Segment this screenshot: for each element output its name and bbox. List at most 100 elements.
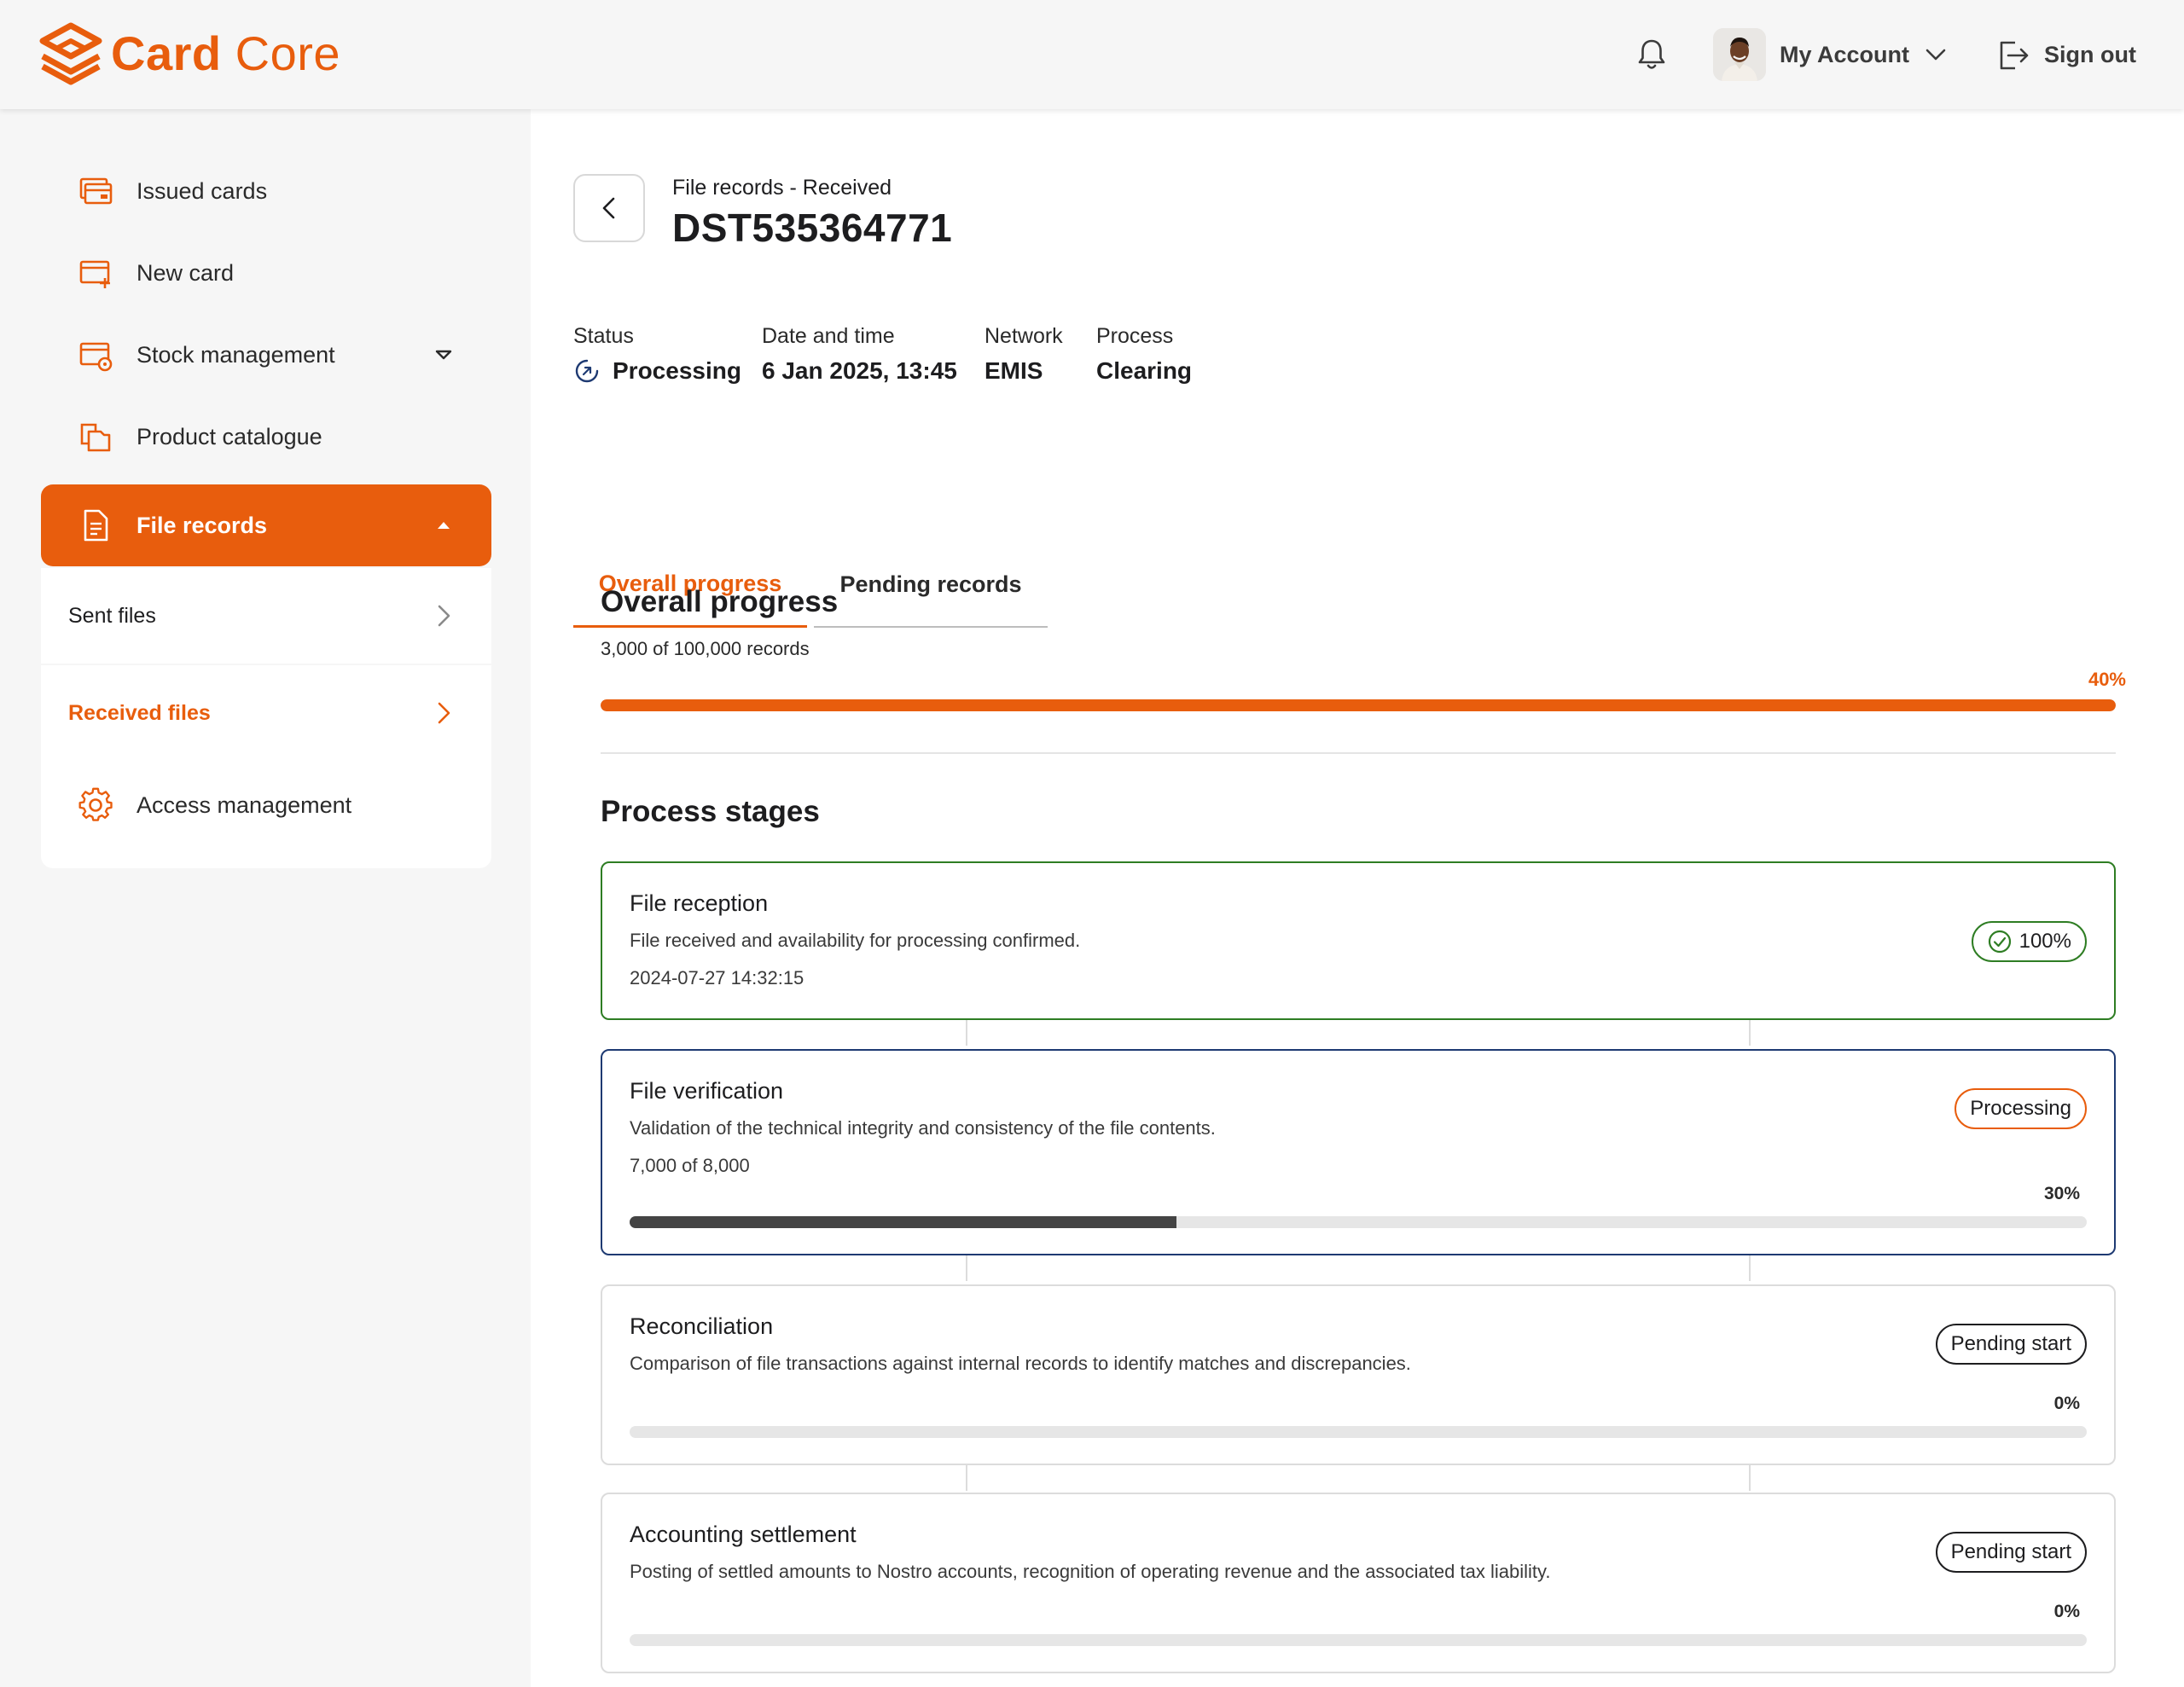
page-title: DST535364771 — [672, 206, 953, 250]
sidebar-subitem-received-files[interactable]: Received files — [41, 665, 491, 761]
stage-card-reconciliation: Reconciliation Comparison of file transa… — [601, 1284, 2116, 1465]
tab-pending-records[interactable]: Pending records — [814, 542, 1048, 628]
stage-connector — [966, 1254, 967, 1281]
card-core-logo-icon — [39, 22, 102, 85]
status-badge: 100% — [1971, 921, 2087, 962]
sidebar-item-label: Product catalogue — [136, 423, 322, 449]
meta-label: Network — [985, 324, 1063, 348]
stage-description: File received and availability for proce… — [630, 930, 1081, 951]
meta-network: Network EMIS — [985, 324, 1063, 385]
meta-date: Date and time 6 Jan 2025, 13:45 — [762, 324, 957, 385]
stage-card-accounting-settlement: Accounting settlement Posting of settled… — [601, 1493, 2116, 1673]
brand-name-part2: Core — [235, 26, 341, 80]
back-button[interactable] — [573, 174, 645, 242]
stage-connector — [1749, 1464, 1751, 1491]
badge-label: Pending start — [1950, 1540, 2071, 1563]
stage-card-file-verification: File verification Validation of the tech… — [601, 1049, 2116, 1255]
sidebar-item-label: Access management — [136, 791, 352, 818]
stage-percent: 30% — [2043, 1184, 2080, 1203]
stage-percent: 0% — [2053, 1602, 2080, 1621]
user-avatar-icon — [1713, 28, 1766, 81]
stage-title: File verification — [630, 1078, 784, 1104]
badge-label: 100% — [2018, 930, 2071, 953]
status-badge: Pending start — [1935, 1532, 2087, 1573]
sidebar-subitem-label: Sent files — [68, 603, 156, 628]
stage-connector — [1749, 1018, 1751, 1046]
status-value: Processing — [613, 357, 741, 384]
status-badge: Processing — [573, 357, 741, 385]
brand-logo[interactable]: Card Core — [39, 22, 340, 85]
sidebar-item-label: File records — [136, 512, 268, 538]
stage-progress-bar — [630, 1216, 2087, 1228]
stage-count: 7,000 of 8,000 — [630, 1155, 750, 1176]
network-value: EMIS — [985, 357, 1043, 384]
my-account-label[interactable]: My Account — [1780, 42, 1909, 68]
divider — [601, 752, 2116, 754]
sidebar-item-access-management[interactable]: Access management — [41, 764, 491, 846]
sidebar-item-issued-cards[interactable]: Issued cards — [41, 150, 491, 232]
sidebar-item-new-card[interactable]: New card — [41, 232, 491, 314]
badge-label: Pending start — [1950, 1332, 2071, 1355]
catalogue-icon — [80, 423, 111, 452]
process-value: Clearing — [1096, 357, 1193, 384]
sidebar-item-label: Stock management — [136, 341, 335, 368]
status-badge: Processing — [1955, 1088, 2087, 1129]
date-value: 6 Jan 2025, 13:45 — [762, 357, 957, 384]
caret-up-icon[interactable] — [433, 515, 454, 536]
sidebar-item-product-catalogue[interactable]: Product catalogue — [41, 396, 491, 478]
main-content: File records - Received DST535364771 Sta… — [531, 109, 2184, 1687]
stage-percent: 0% — [2053, 1394, 2080, 1413]
stage-progress-bar — [630, 1426, 2087, 1438]
stage-timestamp: 2024-07-27 14:32:15 — [630, 967, 804, 988]
sign-out-label: Sign out — [2044, 41, 2136, 67]
caret-down-icon[interactable] — [433, 345, 454, 365]
meta-status: Status Processing — [573, 324, 741, 385]
chevron-right-icon — [438, 605, 450, 627]
brand-name-part1: Card — [111, 26, 222, 80]
chevron-down-icon[interactable] — [1921, 40, 1950, 69]
stage-connector — [966, 1018, 967, 1046]
breadcrumb: File records - Received — [672, 176, 892, 200]
stage-connector — [1749, 1254, 1751, 1281]
chevron-left-icon — [602, 197, 615, 219]
file-icon — [84, 509, 108, 542]
stock-icon — [79, 342, 113, 372]
new-card-icon — [79, 260, 110, 288]
sidebar-item-file-records[interactable]: File records — [41, 484, 491, 566]
overall-progress-fill — [601, 699, 2116, 711]
stage-card-file-reception: File reception File received and availab… — [601, 861, 2116, 1020]
stage-progress-bar — [630, 1634, 2087, 1646]
gear-icon — [78, 787, 113, 821]
stage-description: Posting of settled amounts to Nostro acc… — [630, 1561, 1551, 1582]
sign-out-icon — [2000, 41, 2029, 70]
meta-process: Process Clearing — [1096, 324, 1192, 385]
meta-label: Status — [573, 324, 634, 348]
sidebar: Issued cards New card Stock management P… — [0, 109, 531, 1687]
overall-progress-bar — [601, 699, 2116, 711]
overall-percent: 40% — [2088, 669, 2126, 690]
sidebar-item-label: New card — [136, 259, 235, 286]
stage-title: Accounting settlement — [630, 1522, 857, 1547]
meta-label: Date and time — [762, 324, 895, 348]
sign-out-button[interactable]: Sign out — [1995, 36, 2136, 73]
sidebar-item-label: Issued cards — [136, 177, 268, 204]
stage-description: Comparison of file transactions against … — [630, 1353, 1411, 1374]
process-stages-title: Process stages — [601, 795, 820, 828]
stage-title: File reception — [630, 890, 769, 916]
stage-title: Reconciliation — [630, 1313, 774, 1339]
status-badge: Pending start — [1935, 1324, 2087, 1365]
overall-progress-title: Overall progress — [601, 585, 839, 618]
cards-icon — [79, 177, 113, 205]
records-count: 3,000 of 100,000 records — [601, 638, 810, 659]
badge-label: Processing — [1970, 1097, 2071, 1120]
check-circle-icon — [1988, 930, 2011, 954]
sidebar-subitem-sent-files[interactable]: Sent files — [41, 568, 491, 664]
stage-connector — [966, 1464, 967, 1491]
stage-description: Validation of the technical integrity an… — [630, 1117, 1216, 1139]
meta-label: Process — [1096, 324, 1174, 348]
sidebar-item-stock-management[interactable]: Stock management — [41, 314, 491, 396]
sidebar-subitem-label: Received files — [68, 700, 211, 725]
bell-icon[interactable] — [1633, 36, 1670, 73]
top-bar: Card Core My Account Sign out — [0, 0, 2184, 109]
avatar[interactable] — [1713, 28, 1766, 81]
